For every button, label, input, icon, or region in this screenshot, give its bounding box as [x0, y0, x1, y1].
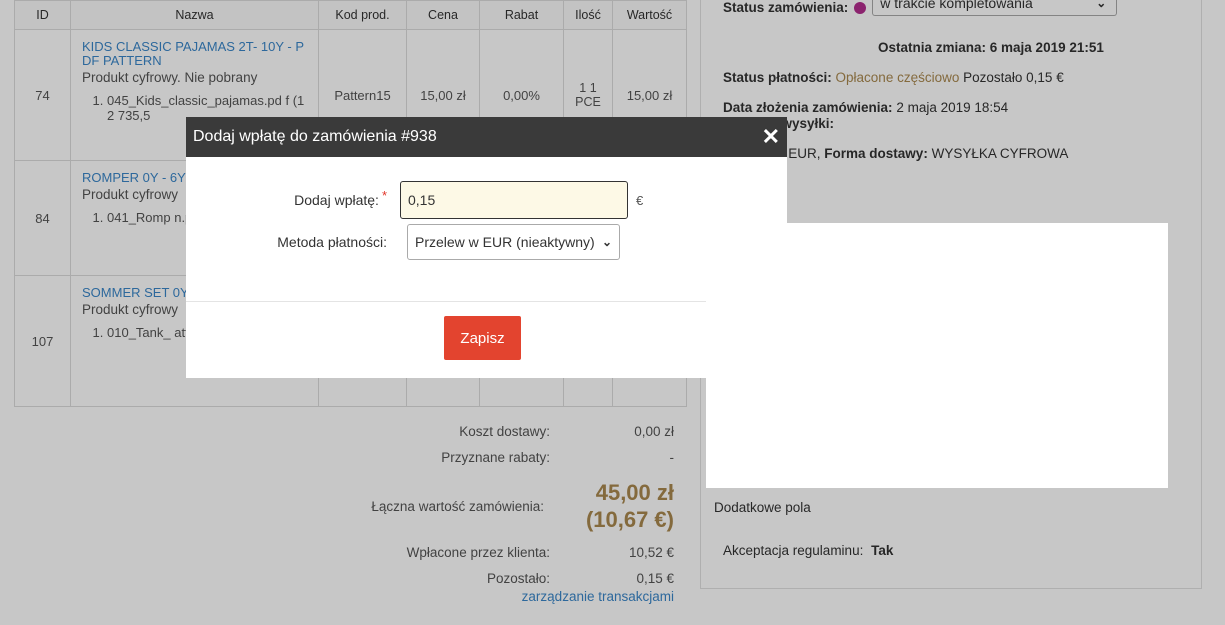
payment-method-label: Metoda płatności: [277, 234, 387, 250]
modal-header: Dodaj wpłatę do zamówienia #938 ✕ [186, 117, 787, 157]
amount-row: Dodaj wpłatę:* € [186, 181, 643, 219]
payment-method-select[interactable]: Przelew w EUR (nieaktywny) ⌄ [407, 224, 620, 260]
payment-method-row: Metoda płatności: Przelew w EUR (nieakty… [186, 224, 620, 260]
close-icon[interactable]: ✕ [762, 126, 780, 148]
modal-divider [186, 301, 706, 302]
amount-label-text: Dodaj wpłatę: [294, 192, 379, 208]
payment-method-value: Przelew w EUR (nieaktywny) [415, 234, 595, 250]
chevron-down-icon: ⌄ [601, 235, 612, 249]
save-button[interactable]: Zapisz [444, 316, 521, 360]
currency-label: € [636, 192, 644, 208]
amount-label: Dodaj wpłatę: * [186, 188, 393, 208]
add-payment-modal: Dodaj wpłatę do zamówienia #938 ✕ Dodaj … [186, 117, 787, 378]
amount-input[interactable] [400, 181, 628, 219]
modal-title: Dodaj wpłatę do zamówienia #938 [193, 128, 437, 145]
required-mark: * [381, 188, 387, 203]
